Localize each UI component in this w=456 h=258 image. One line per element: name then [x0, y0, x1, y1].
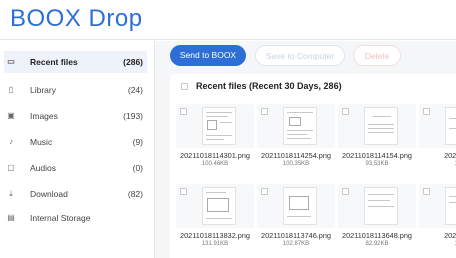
sidebar-item-internal-storage[interactable]: ▤ Internal Storage	[4, 207, 147, 229]
file-checkbox[interactable]	[261, 188, 268, 195]
sidebar-item-music[interactable]: ♪ Music (9)	[4, 131, 147, 153]
file-thumbnail	[257, 184, 335, 228]
file-card[interactable]: 2021101 10	[419, 104, 456, 178]
sidebar-item-images[interactable]: ▣ Images (193)	[4, 105, 147, 127]
sidebar-item-recent-files[interactable]: ▭ Recent files (286)	[4, 51, 147, 73]
sidebar-item-count: (82)	[127, 189, 143, 199]
file-name: 2021101	[444, 231, 456, 240]
logo-drop-text: Drop	[81, 5, 143, 32]
music-note-icon: ♪	[9, 137, 13, 146]
file-size: 10	[419, 161, 456, 167]
image-icon: ▣	[7, 111, 15, 120]
file-checkbox[interactable]	[261, 108, 268, 115]
file-name: 20211018113648.png	[342, 231, 412, 240]
app-header: BOOX Drop	[0, 0, 456, 40]
file-thumbnail	[176, 104, 254, 148]
sidebar-item-label: Music	[30, 137, 53, 147]
file-checkbox[interactable]	[423, 108, 430, 115]
page-preview	[283, 187, 317, 225]
file-size: 100.35KB	[282, 161, 310, 167]
sidebar-item-label: Recent files	[30, 57, 78, 67]
file-checkbox[interactable]	[423, 188, 430, 195]
panel-title: Recent files (Recent 30 Days, 286)	[196, 81, 342, 91]
file-size: 93.53KB	[365, 161, 389, 167]
page-preview	[364, 187, 398, 225]
page-preview	[202, 187, 236, 225]
file-name: 20211018114301.png	[180, 151, 250, 160]
sidebar: ▭ Recent files (286) ▯ Library (24) ▣ Im…	[0, 41, 155, 258]
file-name: 2021101	[444, 151, 456, 160]
sidebar-item-count: (193)	[123, 111, 143, 121]
file-thumbnail	[419, 184, 456, 228]
book-icon: ▯	[8, 85, 14, 94]
storage-icon: ▤	[7, 213, 15, 222]
sidebar-item-count: (286)	[123, 57, 143, 67]
sidebar-item-library[interactable]: ▯ Library (24)	[4, 79, 147, 101]
file-size: 82.92KB	[365, 241, 389, 247]
sidebar-item-count: (24)	[127, 85, 143, 95]
sidebar-item-download[interactable]: ⤓ Download (82)	[4, 183, 147, 205]
file-thumbnail	[338, 104, 416, 148]
page-preview	[445, 107, 456, 145]
sidebar-item-label: Audios	[30, 163, 56, 173]
file-thumbnail	[257, 104, 335, 148]
file-card[interactable]: 20211018114154.png 93.53KB	[338, 104, 416, 178]
select-all-checkbox[interactable]	[181, 83, 188, 90]
file-card[interactable]: 20211018113832.png 131.91KB	[176, 184, 254, 258]
sidebar-item-label: Library	[30, 85, 56, 95]
sidebar-item-count: (0)	[132, 163, 143, 173]
page-preview	[445, 187, 456, 225]
sidebar-item-count: (9)	[132, 137, 143, 147]
file-name: 20211018114154.png	[342, 151, 412, 160]
main-content: Send to BOOX Save to Computer Delete Rec…	[155, 41, 456, 258]
file-size: 102.87KB	[282, 241, 310, 247]
file-checkbox[interactable]	[342, 108, 349, 115]
file-card[interactable]: 20211018114254.png 100.35KB	[257, 104, 335, 178]
delete-button[interactable]: Delete	[353, 45, 401, 66]
file-thumbnail	[419, 104, 456, 148]
audio-icon: ▢	[7, 163, 15, 172]
file-thumbnail	[176, 184, 254, 228]
save-to-computer-button[interactable]: Save to Computer	[255, 45, 345, 66]
file-name: 20211018113746.png	[261, 231, 331, 240]
file-card[interactable]: 20211018113648.png 82.92KB	[338, 184, 416, 258]
file-card[interactable]: 20211018113746.png 102.87KB	[257, 184, 335, 258]
toolbar: Send to BOOX Save to Computer Delete	[155, 41, 456, 71]
page-preview	[364, 107, 398, 145]
file-size: 100.46KB	[201, 161, 229, 167]
recent-files-panel: Recent files (Recent 30 Days, 286) 20211…	[170, 74, 456, 258]
boox-drop-logo[interactable]: BOOX Drop	[10, 4, 143, 34]
file-card[interactable]: 2021101 17	[419, 184, 456, 258]
sidebar-item-label: Download	[30, 189, 68, 199]
logo-boox-text: BOOX	[10, 5, 82, 32]
file-name: 20211018114254.png	[261, 151, 331, 160]
file-checkbox[interactable]	[180, 108, 187, 115]
sidebar-item-label: Images	[30, 111, 58, 121]
file-card[interactable]: 20211018114301.png 100.46KB	[176, 104, 254, 178]
page-preview	[202, 107, 236, 145]
download-icon: ⤓	[9, 189, 13, 198]
file-name: 20211018113832.png	[180, 231, 250, 240]
send-to-boox-button[interactable]: Send to BOOX	[170, 45, 246, 66]
file-size: 131.91KB	[201, 241, 229, 247]
page-preview	[283, 107, 317, 145]
panel-header: Recent files (Recent 30 Days, 286)	[170, 74, 456, 98]
file-thumbnail	[338, 184, 416, 228]
sidebar-item-audios[interactable]: ▢ Audios (0)	[4, 157, 147, 179]
sidebar-item-label: Internal Storage	[30, 213, 91, 223]
file-checkbox[interactable]	[342, 188, 349, 195]
file-size: 17	[419, 241, 456, 247]
file-checkbox[interactable]	[180, 188, 187, 195]
folder-icon: ▭	[7, 57, 15, 66]
